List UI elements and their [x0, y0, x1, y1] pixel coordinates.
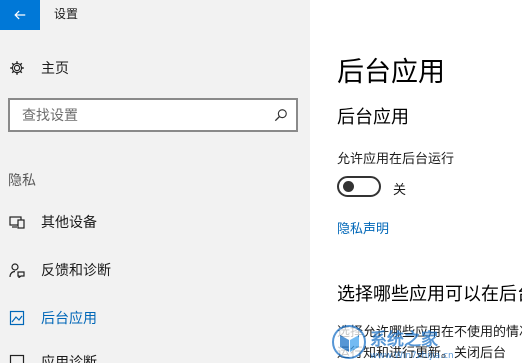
feedback-icon — [8, 261, 26, 279]
search-icon — [274, 109, 287, 122]
sidebar-item-label: 反馈和诊断 — [41, 263, 111, 279]
section-heading-choose-apps: 选择哪些应用可以在后台运行 — [337, 284, 522, 305]
back-button[interactable] — [0, 0, 40, 30]
search-placeholder: 查找设置 — [22, 108, 78, 124]
sidebar-item-feedback[interactable]: 反馈和诊断 — [8, 256, 111, 284]
sidebar-item-label: 主页 — [41, 61, 69, 77]
back-arrow-icon — [14, 10, 26, 20]
sidebar-item-home[interactable]: 主页 — [8, 54, 69, 82]
main-content: 后台应用 后台应用 允许应用在后台运行 关 隐私声明 选择哪些应用可以在后台运行… — [310, 0, 522, 363]
page-title: 后台应用 — [337, 57, 445, 88]
svg-text:系统之家: 系统之家 — [370, 329, 438, 350]
devices-icon — [8, 213, 26, 231]
sidebar-item-label: 后台应用 — [41, 311, 97, 327]
window-title: 设置 — [54, 7, 79, 21]
gear-icon — [8, 59, 26, 77]
section-heading-background-apps: 后台应用 — [337, 107, 409, 128]
sidebar-item-label: 应用诊断 — [41, 355, 97, 363]
svg-text:www.Win7zhijia.cn: www.Win7zhijia.cn — [370, 351, 454, 361]
sidebar-item-background-apps[interactable]: 后台应用 — [8, 304, 97, 332]
sidebar-item-app-diagnostics[interactable]: 应用诊断 — [8, 348, 97, 363]
search-input[interactable]: 查找设置 — [8, 98, 298, 132]
watermark-logo: 系统之家 www.Win7zhijia.cn — [332, 325, 454, 361]
privacy-statement-link[interactable]: 隐私声明 — [337, 218, 389, 237]
toggle-knob — [343, 181, 354, 192]
app-diagnostics-icon — [8, 353, 26, 363]
toggle-state-label: 关 — [393, 183, 407, 198]
background-apps-icon — [8, 309, 26, 327]
background-apps-toggle[interactable] — [337, 176, 381, 197]
sidebar: 设置 主页 查找设置 隐私 其他设备 反馈和诊断 后台应用 应用诊断 — [0, 0, 310, 363]
toggle-label: 允许应用在后台运行 — [337, 152, 455, 167]
sidebar-item-other-devices[interactable]: 其他设备 — [8, 208, 97, 236]
section-label-privacy: 隐私 — [8, 173, 36, 189]
sidebar-item-label: 其他设备 — [41, 215, 97, 231]
